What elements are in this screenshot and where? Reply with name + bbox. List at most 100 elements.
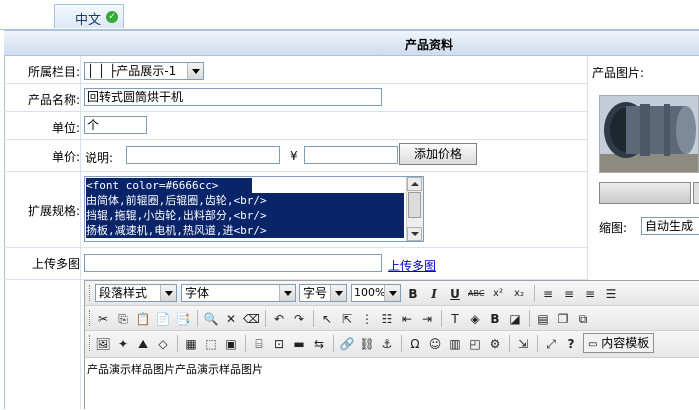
bold-icon[interactable]: B [405,286,421,302]
bullet-list-icon[interactable]: ☷ [379,311,395,327]
cell-icon[interactable]: ⬚ [203,336,219,352]
category-select[interactable]: │ │ ├产品展示-1 [84,62,204,80]
scroll-up-icon[interactable] [407,177,422,191]
multi-upload-input[interactable] [84,254,382,272]
delete-icon[interactable]: ✕ [223,311,239,327]
scroll-thumb[interactable] [408,192,421,218]
check-icon: ✓ [106,11,118,23]
price-desc-input[interactable] [126,146,280,164]
time-icon[interactable]: ◰ [467,336,483,352]
fieldset-icon[interactable]: ⌸ [251,336,267,352]
scroll-down-icon[interactable] [407,227,422,241]
select-all-icon[interactable]: ⇱ [339,311,355,327]
toolbar-separator [245,335,246,352]
copy-layer-icon[interactable]: ⧉ [575,311,591,327]
chevron-down-icon [384,285,400,301]
italic-icon[interactable]: I [426,286,442,302]
add-price-button[interactable]: 添加价格 [399,143,477,165]
highlight-icon[interactable]: ◪ [507,311,523,327]
photo-browse-button[interactable] [693,182,699,204]
find-icon[interactable]: 🔍 [203,311,219,327]
subscript-icon[interactable]: x₂ [511,286,527,302]
spec-textarea[interactable]: <font color=#6666cc> 由简体,前辊圈,后辊圈,齿轮,<br/… [84,176,424,242]
content-template-button[interactable]: ▭ 内容模板 [583,333,655,353]
superscript-icon[interactable]: x² [490,286,506,302]
chevron-down-icon [279,285,295,301]
bg-color-icon[interactable]: ◈ [467,311,483,327]
price-label: 单价: [51,150,80,164]
thumb-select-value: 自动生成 [645,219,694,233]
align-right-icon[interactable]: ≡ [582,286,598,302]
toolbar-separator [529,310,530,327]
table-icon[interactable]: ▦ [183,336,199,352]
toolbar-grip [89,285,93,301]
cut-icon[interactable]: ✂ [95,311,111,327]
flash-icon[interactable]: ✦ [115,336,131,352]
paste-word-icon[interactable]: 📑 [175,311,191,327]
frame-icon[interactable]: ▣ [223,336,239,352]
numbered-list-icon[interactable]: ⋮ [359,311,375,327]
text-color-icon[interactable]: T [447,311,463,327]
thumb-label: 缩图: [599,221,628,235]
align-left-icon[interactable]: ≡ [540,286,556,302]
emoticon-icon[interactable]: ☺ [427,336,443,352]
eraser-icon[interactable]: ⌫ [243,311,260,327]
multi-upload-label: 上传多图 [31,257,80,271]
iframe-icon[interactable]: ⊡ [271,336,287,352]
font-size-select[interactable]: 字号 [299,284,347,302]
zoom-select[interactable]: 100% [351,284,401,302]
chevron-down-icon [187,63,203,79]
settings-icon[interactable]: ⚙ [487,336,503,352]
page-properties-icon[interactable]: ▤ [535,311,551,327]
currency-symbol: ¥ [290,149,298,163]
strikethrough-icon[interactable]: ABC [468,286,484,302]
outdent-icon[interactable]: ⇤ [399,311,415,327]
format-block-icon[interactable]: B [487,311,503,327]
help-icon[interactable]: ? [563,336,579,352]
layer-icon[interactable]: ❐ [555,311,571,327]
copy-icon[interactable]: ⎘ [115,311,131,327]
unlink-icon[interactable]: ⛓ [359,336,375,352]
paste-text-icon[interactable]: 📄 [155,311,171,327]
marquee-icon[interactable]: ⇆ [311,336,327,352]
spec-label: 扩展规格: [27,204,80,218]
page-break-icon[interactable]: ⇲ [515,336,531,352]
align-center-icon[interactable]: ≡ [561,286,577,302]
align-justify-icon[interactable]: ☰ [603,286,619,302]
image-icon[interactable]: 🖼 [95,336,111,352]
spec-scrollbar[interactable] [406,177,423,241]
font-select[interactable]: 字体 [181,284,296,302]
price-input[interactable] [304,146,398,164]
horizontal-rule-icon[interactable]: ▬ [291,336,307,352]
thumb-select[interactable]: 自动生成 [641,217,699,235]
photo-path-field[interactable] [599,182,691,204]
paragraph-style-value: 段落样式 [99,286,148,300]
media-icon[interactable]: ⛰ [135,336,151,352]
paste-icon[interactable]: 📋 [135,311,151,327]
date-icon[interactable]: ▥ [447,336,463,352]
fullscreen-icon[interactable]: ⤢ [543,336,559,352]
symbol-icon[interactable]: Ω [407,336,423,352]
multi-upload-link[interactable]: 上传多图 [388,257,436,274]
section-title: 产品资料 [404,38,453,52]
editor-content-area[interactable]: 产品演示样品图片产品演示样品图片 [85,358,699,410]
tab-chinese[interactable]: 中文 ✓ [54,4,124,28]
unit-input[interactable]: 个 [84,116,147,134]
anchor-icon[interactable]: ⚓ [379,336,395,352]
undo-icon[interactable]: ↶ [271,311,287,327]
link-icon[interactable]: 🔗 [339,336,355,352]
paragraph-style-select[interactable]: 段落样式 [95,284,177,302]
editor-toolbar-2: ✂ ⎘ 📋 📄 📑 🔍 ✕ ⌫ ↶ ↷ ↖ ⇱ ⋮ ☷ ⇤ ⇥ T ◈ B ◪ … [85,306,699,331]
toolbar-separator [197,310,198,327]
indent-icon[interactable]: ⇥ [419,311,435,327]
font-size-value: 字号 [303,286,328,300]
image-column-divider [587,56,588,280]
redo-icon[interactable]: ↷ [291,311,307,327]
toolbar-separator [265,310,266,327]
unit-label: 单位: [51,121,80,135]
select-pointer-icon[interactable]: ↖ [319,311,335,327]
underline-icon[interactable]: U [447,286,463,302]
insert-object-icon[interactable]: ◇ [155,336,171,352]
toolbar-separator [441,310,442,327]
name-input[interactable]: 回转式圆筒烘干机 [84,88,382,106]
